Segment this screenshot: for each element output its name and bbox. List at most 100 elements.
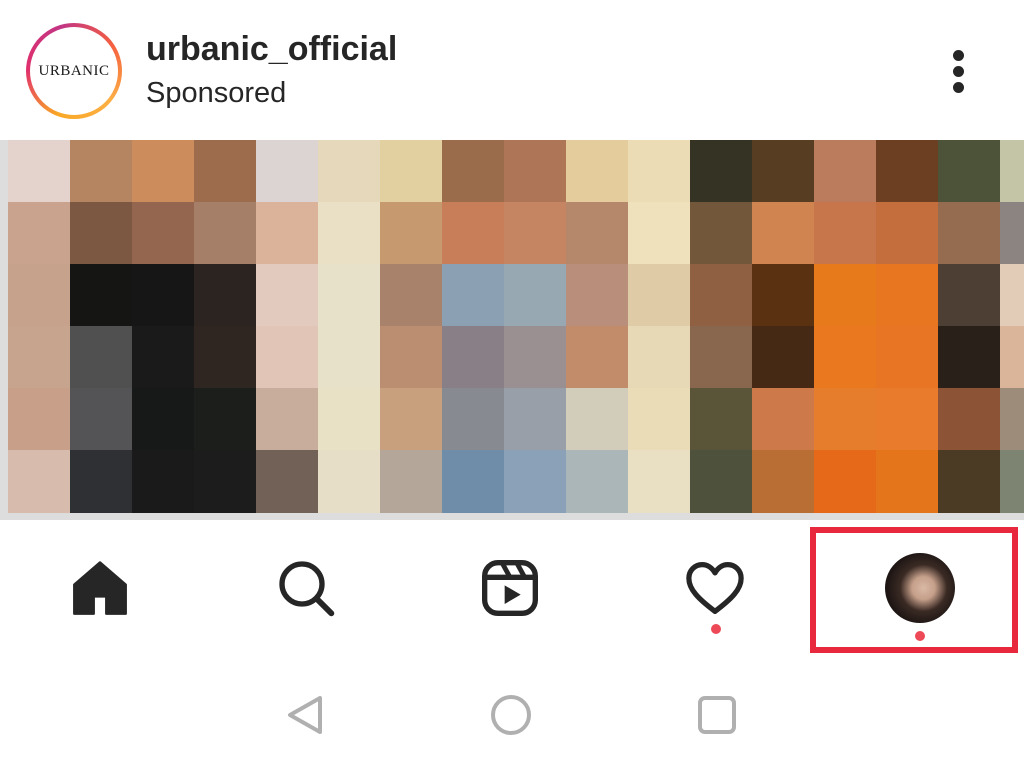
mosaic-pixel xyxy=(442,202,505,265)
mosaic-pixel xyxy=(876,388,939,451)
mosaic-pixel xyxy=(132,140,195,203)
profile-highlight-box xyxy=(810,527,1018,653)
mosaic-pixel xyxy=(504,326,567,389)
mosaic-pixel xyxy=(132,326,195,389)
mosaic-pixel xyxy=(256,140,319,203)
mosaic-pixel xyxy=(566,140,629,203)
mosaic-pixel xyxy=(256,326,319,389)
mosaic-pixel xyxy=(442,264,505,327)
mosaic-pixel xyxy=(938,450,1001,513)
mosaic-pixel xyxy=(8,450,71,513)
back-icon xyxy=(288,696,322,734)
mosaic-pixel xyxy=(8,326,71,389)
mosaic-pixel xyxy=(690,326,753,389)
mosaic-pixel xyxy=(380,326,443,389)
mosaic-pixel xyxy=(1000,140,1024,203)
mosaic-pixel xyxy=(132,388,195,451)
post-header: URBANIC urbanic_official Sponsored xyxy=(0,0,1024,140)
mosaic-pixel xyxy=(70,264,133,327)
mosaic-pixel xyxy=(876,140,939,203)
nav-reels[interactable] xyxy=(470,548,550,628)
mosaic-pixel xyxy=(814,140,877,203)
mosaic-pixel xyxy=(938,140,1001,203)
nav-search[interactable] xyxy=(266,548,346,628)
more-dot-icon xyxy=(953,82,964,93)
brand-avatar[interactable]: URBANIC xyxy=(26,23,122,119)
mosaic-pixel xyxy=(132,202,195,265)
search-icon xyxy=(279,561,335,617)
mosaic-pixel xyxy=(628,140,691,203)
mosaic-pixel xyxy=(132,264,195,327)
sponsored-label[interactable]: Sponsored xyxy=(146,77,286,110)
mosaic-pixel xyxy=(628,202,691,265)
mosaic-pixel xyxy=(70,326,133,389)
mosaic-pixel xyxy=(132,450,195,513)
mosaic-pixel xyxy=(566,202,629,265)
reels-icon xyxy=(482,560,538,616)
mosaic-pixel xyxy=(442,326,505,389)
mosaic-pixel xyxy=(194,450,257,513)
mosaic-pixel xyxy=(690,140,753,203)
mosaic-pixel xyxy=(814,264,877,327)
mosaic-pixel xyxy=(70,202,133,265)
mosaic-pixel xyxy=(752,140,815,203)
more-options-button[interactable] xyxy=(938,46,978,96)
mosaic-pixel xyxy=(752,264,815,327)
mosaic-pixel xyxy=(194,140,257,203)
mosaic-pixel xyxy=(70,388,133,451)
mosaic-pixel xyxy=(442,140,505,203)
mosaic-pixel xyxy=(318,202,381,265)
mosaic-pixel xyxy=(8,140,71,203)
mosaic-pixel xyxy=(318,388,381,451)
more-dot-icon xyxy=(953,66,964,77)
mosaic-pixel xyxy=(380,388,443,451)
mosaic-pixel xyxy=(938,326,1001,389)
mosaic-pixel xyxy=(70,450,133,513)
mosaic-pixel xyxy=(318,326,381,389)
mosaic-pixel xyxy=(876,264,939,327)
recents-icon xyxy=(698,696,736,734)
system-nav-bar xyxy=(0,660,1024,775)
mosaic-pixel xyxy=(628,450,691,513)
mosaic-pixel xyxy=(256,388,319,451)
home-system-button[interactable] xyxy=(486,690,536,740)
mosaic-pixel xyxy=(752,326,815,389)
mosaic-pixel xyxy=(194,388,257,451)
mosaic-pixel xyxy=(752,450,815,513)
mosaic-pixel xyxy=(256,264,319,327)
mosaic-pixel xyxy=(628,388,691,451)
mosaic-pixel xyxy=(504,388,567,451)
mosaic-pixel xyxy=(504,202,567,265)
mosaic-pixel xyxy=(876,450,939,513)
brand-avatar-inner: URBANIC xyxy=(30,27,118,115)
mosaic-pixel xyxy=(1000,388,1024,451)
mosaic-pixel xyxy=(628,264,691,327)
mosaic-pixel xyxy=(256,202,319,265)
mosaic-pixel xyxy=(814,450,877,513)
mosaic-pixel xyxy=(380,264,443,327)
mosaic-pixel xyxy=(504,264,567,327)
mosaic-pixel xyxy=(442,388,505,451)
nav-activity[interactable] xyxy=(675,548,755,628)
mosaic-pixel xyxy=(938,388,1001,451)
mosaic-pixel xyxy=(194,326,257,389)
mosaic-pixel xyxy=(690,388,753,451)
post-image[interactable] xyxy=(0,140,1024,520)
mosaic-pixel xyxy=(380,450,443,513)
mosaic-pixel xyxy=(566,450,629,513)
mosaic-pixel xyxy=(814,326,877,389)
mosaic-pixel xyxy=(690,450,753,513)
mosaic-pixel xyxy=(628,326,691,389)
nav-home[interactable] xyxy=(60,548,140,628)
back-button[interactable] xyxy=(282,690,332,740)
mosaic-pixel xyxy=(876,326,939,389)
pixelated-image xyxy=(8,140,1024,513)
mosaic-pixel xyxy=(318,140,381,203)
mosaic-pixel xyxy=(566,264,629,327)
mosaic-pixel xyxy=(752,388,815,451)
recents-button[interactable] xyxy=(692,690,742,740)
mosaic-pixel xyxy=(70,140,133,203)
activity-notification-dot xyxy=(711,624,721,634)
post-username[interactable]: urbanic_official xyxy=(146,30,397,69)
mosaic-pixel xyxy=(566,388,629,451)
